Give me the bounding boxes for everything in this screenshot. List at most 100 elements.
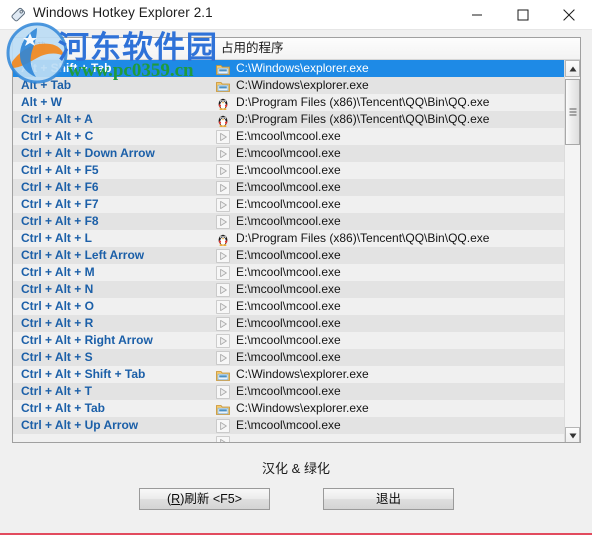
cell-hotkey	[21, 434, 216, 442]
minimize-button[interactable]	[454, 0, 500, 29]
play-triangle-icon	[216, 266, 230, 280]
cell-hotkey: Ctrl + Alt + C	[21, 129, 94, 143]
table-row[interactable]: Ctrl + Alt + C E:\mcool\mcool.exe	[13, 128, 566, 145]
maximize-button[interactable]	[500, 0, 546, 29]
qq-penguin-icon	[216, 232, 230, 246]
table-row[interactable]: Ctrl + Alt + Left Arrow E:\mcool\mcool.ex…	[13, 247, 566, 264]
column-header-program[interactable]: 占用的程序	[212, 38, 566, 59]
table-row[interactable]: Ctrl + Alt + T E:\mcool\mcool.exe	[13, 383, 566, 400]
localization-note: 汉化 & 绿化	[262, 461, 330, 476]
cell-program: E:\mcool\mcool.exe	[236, 197, 341, 211]
cell-hotkey: Ctrl + Alt + Right Arrow	[21, 333, 153, 347]
table-row[interactable]: Ctrl + Alt + F6 E:\mcool\mcool.exe	[13, 179, 566, 196]
table-row[interactable]: Ctrl + Alt + R E:\mcool\mcool.exe	[13, 315, 566, 332]
explorer-icon	[216, 402, 230, 416]
cell-hotkey: Alt + Tab	[21, 78, 72, 92]
play-triangle-icon	[216, 419, 230, 433]
qq-penguin-icon	[216, 96, 230, 110]
play-triangle-icon	[216, 436, 230, 442]
list-column-header: 热键 占用的程序	[13, 38, 580, 60]
table-row[interactable]: Alt + W D:\Program Files (x86)\Tencent\QQ…	[13, 94, 566, 111]
cell-program: E:\mcool\mcool.exe	[236, 248, 341, 262]
table-row[interactable]: Ctrl + Alt + A D:\Program Files (x86)\Ten…	[13, 111, 566, 128]
table-row[interactable]: Ctrl + Alt + Shift + Tab C:\Windows\explo…	[13, 366, 566, 383]
cell-hotkey: Alt + Shift + Tab	[21, 61, 112, 75]
title-bar: Windows Hotkey Explorer 2.1	[0, 0, 592, 30]
table-row[interactable]: Ctrl + Alt + M E:\mcool\mcool.exe	[13, 264, 566, 281]
table-row[interactable]: Ctrl + Alt + L D:\Program Files (x86)\Ten…	[13, 230, 566, 247]
cell-hotkey: Ctrl + Alt + F8	[21, 214, 99, 228]
cell-hotkey: Ctrl + Alt + F5	[21, 163, 99, 177]
cell-program: E:\mcool\mcool.exe	[236, 146, 341, 160]
cell-program: E:\mcool\mcool.exe	[236, 129, 341, 143]
cell-program: C:\Windows\explorer.exe	[236, 401, 369, 415]
hotkey-list-view[interactable]: 热键 占用的程序 Alt + Shift + Tab C:\Windows\exp…	[12, 37, 581, 443]
cell-program: E:\mcool\mcool.exe	[236, 350, 341, 364]
play-triangle-icon	[216, 164, 230, 178]
chevron-down-icon	[569, 433, 576, 438]
cell-hotkey: Ctrl + Alt + M	[21, 265, 95, 279]
explorer-icon	[216, 62, 230, 76]
play-triangle-icon	[216, 147, 230, 161]
cell-hotkey: Ctrl + Alt + Tab	[21, 401, 106, 415]
play-triangle-icon	[216, 385, 230, 399]
cell-program: D:\Program Files (x86)\Tencent\QQ\Bin\QQ…	[236, 112, 490, 126]
grip-lines-icon	[569, 108, 576, 116]
table-row[interactable]: Ctrl + Alt + Tab C:\Windows\explorer.exe	[13, 400, 566, 417]
exit-button[interactable]: 退出	[323, 488, 454, 510]
play-triangle-icon	[216, 249, 230, 263]
cell-program: D:\Program Files (x86)\Tencent\QQ\Bin\QQ…	[236, 95, 490, 109]
refresh-button[interactable]: (R)刷新 <F5>	[139, 488, 270, 510]
play-triangle-icon	[216, 334, 230, 348]
play-triangle-icon	[216, 181, 230, 195]
cell-hotkey: Ctrl + Alt + Down Arrow	[21, 146, 155, 160]
close-button[interactable]	[546, 0, 592, 29]
cell-hotkey: Ctrl + Alt + Shift + Tab	[21, 367, 146, 381]
cell-program: E:\mcool\mcool.exe	[236, 265, 341, 279]
play-triangle-icon	[216, 198, 230, 212]
cell-hotkey: Ctrl + Alt + T	[21, 384, 92, 398]
play-triangle-icon	[216, 317, 230, 331]
table-row[interactable]: Ctrl + Alt + O E:\mcool\mcool.exe	[13, 298, 566, 315]
scrollbar-thumb[interactable]	[565, 79, 580, 145]
table-row[interactable]: Ctrl + Alt + Down Arrow E:\mcool\mcool.ex…	[13, 145, 566, 162]
cell-program: C:\Windows\explorer.exe	[236, 78, 369, 92]
cell-hotkey: Ctrl + Alt + R	[21, 316, 94, 330]
cell-hotkey: Ctrl + Alt + N	[21, 282, 94, 296]
refresh-accelerator-key: R	[171, 492, 181, 506]
cell-hotkey: Ctrl + Alt + L	[21, 231, 92, 245]
cell-hotkey: Ctrl + Alt + F7	[21, 197, 99, 211]
table-row[interactable]: Ctrl + Alt + F5 E:\mcool\mcool.exe	[13, 162, 566, 179]
tag-key-icon	[10, 6, 27, 23]
cell-program: E:\mcool\mcool.exe	[236, 299, 341, 313]
scroll-down-button[interactable]	[565, 427, 580, 442]
cell-program: D:\Program Files (x86)\Tencent\QQ\Bin\QQ…	[236, 231, 490, 245]
column-header-hotkey[interactable]: 热键	[13, 38, 212, 59]
play-triangle-icon	[216, 283, 230, 297]
explorer-icon	[216, 79, 230, 93]
cell-program: C:\Windows\explorer.exe	[236, 367, 369, 381]
table-row[interactable]: Ctrl + Alt + F7 E:\mcool\mcool.exe	[13, 196, 566, 213]
hotkey-list-body[interactable]: Alt + Shift + Tab C:\Windows\explorer.exe…	[13, 60, 566, 442]
cell-hotkey: Ctrl + Alt + O	[21, 299, 94, 313]
table-row[interactable]: Ctrl + Alt + N E:\mcool\mcool.exe	[13, 281, 566, 298]
table-row[interactable]: Alt + Shift + Tab C:\Windows\explorer.exe	[13, 60, 566, 77]
cell-program: E:\mcool\mcool.exe	[236, 418, 341, 432]
scroll-up-button[interactable]	[565, 60, 580, 77]
table-row[interactable]: Ctrl + Alt + S E:\mcool\mcool.exe	[13, 349, 566, 366]
window-title: Windows Hotkey Explorer 2.1	[33, 5, 213, 20]
minimize-icon	[472, 14, 482, 15]
play-triangle-icon	[216, 300, 230, 314]
play-triangle-icon	[216, 215, 230, 229]
chevron-up-icon	[569, 66, 576, 71]
table-row[interactable]: Ctrl + Alt + Up Arrow E:\mcool\mcool.exe	[13, 417, 566, 434]
maximize-icon	[517, 9, 529, 20]
vertical-scrollbar[interactable]	[564, 60, 580, 442]
cell-program: E:\mcool\mcool.exe	[236, 214, 341, 228]
table-row[interactable]: Alt + Tab C:\Windows\explorer.exe	[13, 77, 566, 94]
cell-program: E:\mcool\mcool.exe	[236, 384, 341, 398]
cell-hotkey: Alt + W	[21, 95, 62, 109]
table-row[interactable]: Ctrl + Alt + Right Arrow E:\mcool\mcool.e…	[13, 332, 566, 349]
table-row[interactable]	[13, 434, 566, 442]
table-row[interactable]: Ctrl + Alt + F8 E:\mcool\mcool.exe	[13, 213, 566, 230]
